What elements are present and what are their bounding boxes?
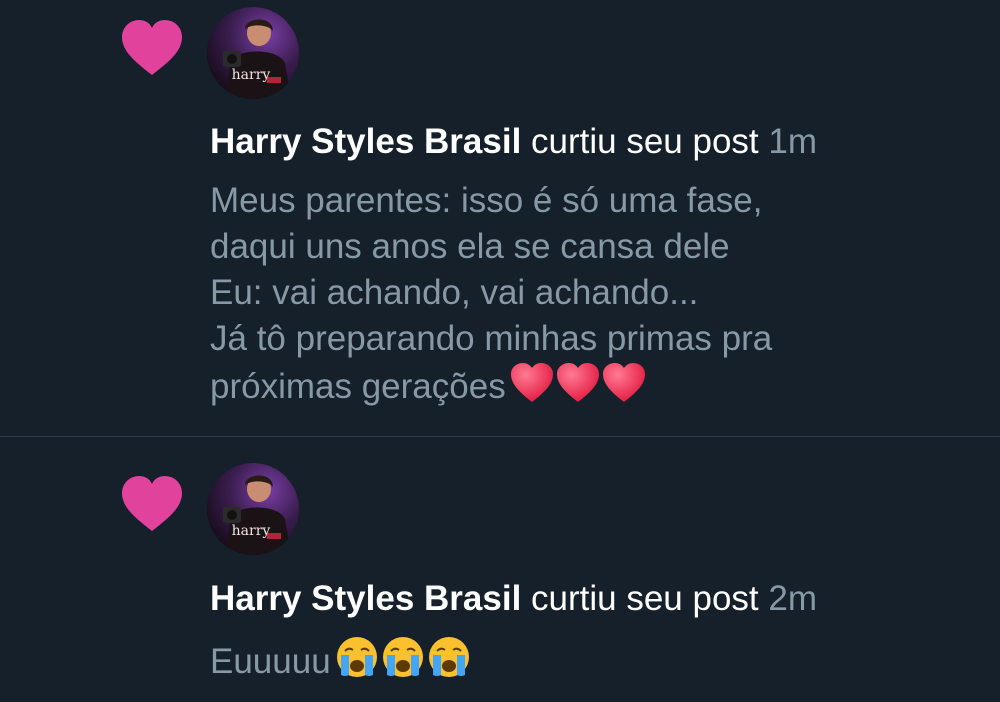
user-name-link[interactable]: Harry Styles Brasil — [210, 579, 521, 618]
timestamp: 1m — [768, 122, 818, 161]
action-text: curtiu seu post — [531, 579, 759, 618]
notification-header: Harry Styles Brasil curtiu seu post 2m — [210, 577, 817, 621]
notification-header: Harry Styles Brasil curtiu seu post 1m — [210, 120, 817, 164]
post-text: Euuuuu — [210, 642, 331, 681]
red-heart-emoji — [602, 363, 645, 402]
emoji-row — [335, 635, 473, 691]
svg-text:harry: harry — [232, 67, 271, 83]
post-preview[interactable]: Meus parentes: isso é só uma fase, daqui… — [210, 178, 970, 416]
post-text: Meus parentes: isso é só uma fase, daqui… — [210, 181, 773, 406]
avatar[interactable]: harry — [207, 7, 299, 99]
red-heart-emoji — [556, 363, 599, 402]
timestamp: 2m — [768, 579, 818, 618]
avatar[interactable]: harry — [207, 463, 299, 555]
like-notification[interactable]: harry Harry Styles Brasil curtiu seu pos… — [0, 0, 1000, 436]
heart-icon — [120, 19, 184, 77]
crying-face-emoji — [336, 637, 377, 677]
action-text: curtiu seu post — [531, 122, 759, 161]
user-name-link[interactable]: Harry Styles Brasil — [210, 122, 521, 161]
svg-text:harry: harry — [232, 523, 271, 539]
like-notification[interactable]: harry Harry Styles Brasil curtiu seu pos… — [0, 437, 1000, 702]
post-preview[interactable]: Euuuuu — [210, 635, 970, 691]
emoji-row — [510, 362, 648, 416]
heart-icon — [120, 475, 184, 533]
crying-face-emoji — [382, 637, 423, 677]
red-heart-emoji — [510, 363, 553, 402]
crying-face-emoji — [428, 637, 469, 677]
